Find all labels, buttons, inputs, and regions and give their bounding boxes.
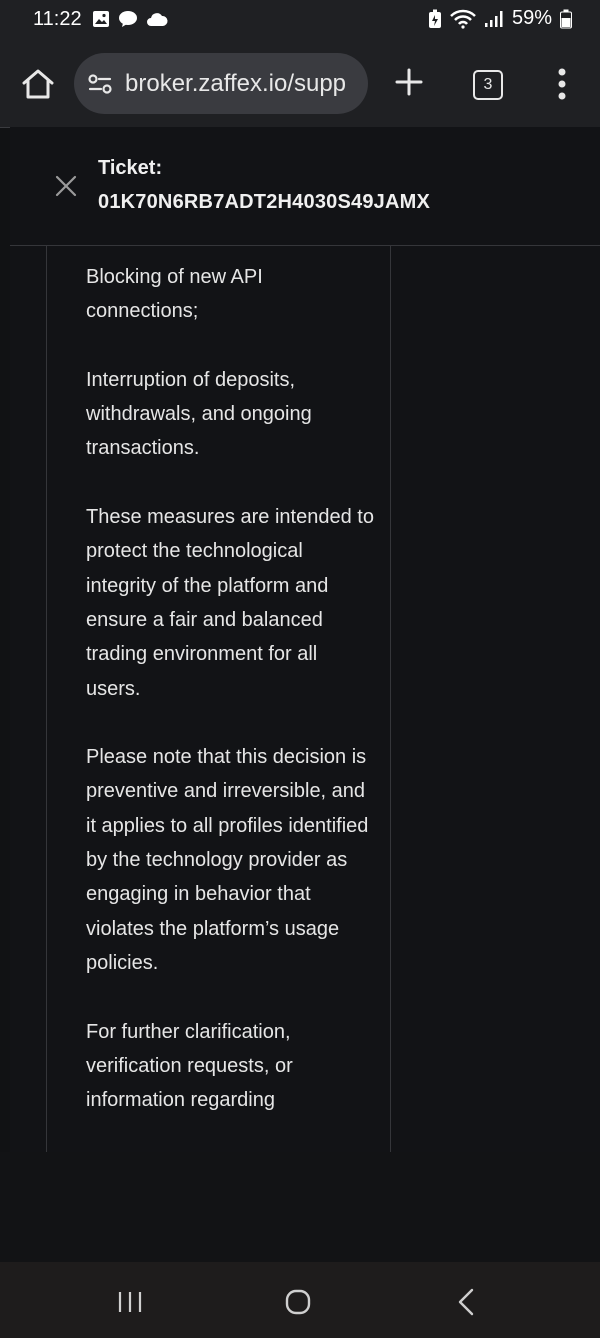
close-icon[interactable] [54,174,78,198]
message-paragraph: Blocking of new API connections; [86,266,263,323]
home-icon[interactable] [20,66,56,102]
message-paragraph: Interruption of deposits, withdrawals, a… [86,368,312,460]
message-paragraph: For further clarification, verification … [86,1020,293,1112]
message-paragraph: These measures are intended to protect t… [86,506,374,700]
url-text[interactable]: broker.zaffex.io/supp [125,70,365,100]
tab-switcher-button[interactable]: 3 [473,70,503,100]
screen: 11:22 59% broker.zaffex.io/supp 3 Ticket… [0,0,600,1338]
system-icons: 59% [428,7,572,30]
page-bottom-area [0,1152,600,1262]
wifi-icon [450,9,476,29]
modal-header: Ticket: 01K70N6RB7ADT2H4030S49JAMX [10,127,600,246]
gallery-icon [93,11,109,27]
more-options-icon[interactable] [552,66,572,102]
back-icon[interactable] [456,1287,476,1317]
chat-icon [119,11,137,27]
status-bar: 11:22 59% [0,0,600,38]
battery-icon [560,9,572,28]
message-column: Blocking of new API connections; Interru… [46,246,391,1152]
message-paragraph: Please note that this decision is preven… [86,746,369,974]
battery-saver-icon [428,9,441,28]
address-bar[interactable]: broker.zaffex.io/supp [74,53,368,114]
ticket-id: 01K70N6RB7ADT2H4030S49JAMX [98,191,431,213]
signal-icon [484,10,503,27]
message-text: Blocking of new API connections; Interru… [86,260,376,1152]
recent-apps-icon[interactable] [115,1289,145,1315]
notification-icons [92,10,168,28]
nav-home-icon[interactable] [284,1288,312,1316]
ticket-modal: Ticket: 01K70N6RB7ADT2H4030S49JAMX Block… [10,127,600,1152]
cloud-icon [147,13,168,26]
browser-toolbar: broker.zaffex.io/supp 3 [0,38,600,128]
new-tab-icon[interactable] [393,66,425,98]
status-time: 11:22 [33,8,82,30]
ticket-label: Ticket: [98,157,163,179]
battery-percentage: 59% [511,7,552,29]
modal-body[interactable]: Blocking of new API connections; Interru… [10,246,600,1152]
system-navigation-bar [0,1262,600,1338]
site-settings-icon[interactable] [87,73,113,95]
